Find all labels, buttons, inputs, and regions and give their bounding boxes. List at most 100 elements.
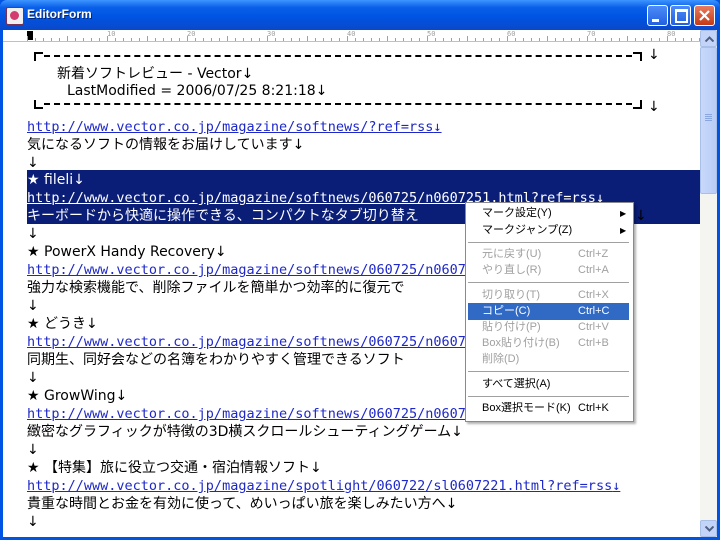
menu-item-box-paste[interactable]: Box貼り付け(B) Ctrl+B [468,335,629,352]
line-break-mark: ↓ [648,99,660,115]
menu-item-copy[interactable]: コピー(C) Ctrl+C [468,303,629,320]
menu-item-mark-set[interactable]: マーク設定(Y) ▶ [468,205,629,222]
ruler-tick [675,38,676,41]
maximize-button[interactable] [670,5,691,26]
ruler-label: 10 [107,30,116,38]
menu-item-redo[interactable]: やり直し(R) Ctrl+A [468,262,629,279]
ruler-tick [107,36,108,41]
ruler-tick [683,38,684,41]
ruler-tick [547,36,548,41]
ruler-tick [531,38,532,41]
ruler-tick [635,38,636,41]
ruler-tick [379,38,380,41]
text-line: ↓ [27,226,39,242]
ruler-tick [467,36,468,41]
ruler-tick [371,38,372,41]
ruler-tick [339,38,340,41]
ruler-tick [603,38,604,41]
ruler-tick [587,36,588,41]
app-icon [6,7,24,25]
title-bar[interactable]: EditorForm [0,0,720,30]
ruler-tick [427,36,428,41]
ruler-tick [131,38,132,41]
scroll-up-button[interactable] [700,30,717,47]
text-line: http://www.vector.co.jp/magazine/softnew… [27,262,466,278]
text-line: ★ 【特集】旅に役立つ交通・宿泊情報ソフト↓ [27,460,322,476]
ruler-tick [667,36,668,41]
ruler-tick [387,36,388,41]
ruler-tick [115,38,116,41]
ruler-tick [403,38,404,41]
ruler-tick [299,38,300,41]
scroll-down-button[interactable] [700,520,717,537]
menu-item-delete[interactable]: 削除(D) [468,351,629,368]
close-icon [699,10,710,21]
text-line: 強力な検索機能で、削除ファイルを簡単かつ効率的に復元で [27,280,405,296]
ruler-tick [491,38,492,41]
column-ruler: 0 10 20 30 40 50 60 70 80 [3,30,700,42]
submenu-arrow-icon: ▶ [620,226,627,235]
ruler-tick [291,38,292,41]
window-title: EditorForm [27,7,92,21]
vertical-scrollbar[interactable] [700,30,717,537]
ruler-tick [611,38,612,41]
ruler-tick [27,36,28,41]
ruler-tick [51,38,52,41]
menu-item-mark-jump[interactable]: マークジャンプ(Z) ▶ [468,222,629,239]
menu-separator [468,396,629,397]
ruler-tick [347,36,348,41]
ruler-tick [171,38,172,41]
ruler-tick [67,36,68,41]
ruler-tick [563,38,564,41]
text-line: ★ PowerX Handy Recovery↓ [27,244,227,260]
ruler-tick [187,36,188,41]
ruler-tick [443,38,444,41]
menu-item-cut[interactable]: 切り取り(T) Ctrl+X [468,287,629,304]
ruler-label: 20 [187,30,196,38]
ruler-tick [59,38,60,41]
text-line: 気になるソフトの情報をお届けしています↓ [27,137,305,153]
ruler-tick [651,38,652,41]
text-line: ↓ [27,155,39,171]
ruler-tick [515,38,516,41]
ruler-tick [627,36,628,41]
ruler-tick [659,38,660,41]
text-line: 貴重な時間とお金を有効に使って、めいっぱい旅を楽しみたい方へ↓ [27,496,458,512]
menu-separator [468,371,629,372]
ruler-tick [243,38,244,41]
ruler-label: 70 [587,30,596,38]
ruler-tick [555,38,556,41]
close-button[interactable] [694,5,715,26]
ruler-tick [395,38,396,41]
ruler-tick [451,38,452,41]
menu-item-box-select-mode[interactable]: Box選択モード(K) Ctrl+K [468,400,629,417]
ruler-tick [267,36,268,41]
minimize-button[interactable] [647,5,668,26]
menu-separator [468,242,629,243]
ruler-tick [179,38,180,41]
text-line: http://www.vector.co.jp/magazine/softnew… [27,119,442,135]
ruler-tick [251,38,252,41]
menu-item-undo[interactable]: 元に戻す(U) Ctrl+Z [468,246,629,263]
scroll-thumb[interactable] [700,47,717,194]
ruler-label: 50 [427,30,436,38]
text-line: ↓ [27,370,39,386]
text-line: ↓ [27,514,39,530]
last-modified: LastModified = 2006/07/25 8:21:18↓ [67,83,328,99]
ruler-tick [475,38,476,41]
ruler-tick [99,38,100,41]
menu-item-select-all[interactable]: すべて選択(A) [468,376,629,393]
menu-item-paste[interactable]: 貼り付け(P) Ctrl+V [468,319,629,336]
arrow-up-icon [705,36,714,42]
ruler-tick [75,38,76,41]
ruler-tick [139,38,140,41]
ruler-tick [147,36,148,41]
text-line: http://www.vector.co.jp/magazine/softnew… [27,406,466,422]
ruler-tick [435,38,436,41]
ruler-label: 80 [667,30,676,38]
ruler-tick [163,38,164,41]
text-line: ↓ [27,442,39,458]
ruler-label: 40 [347,30,356,38]
header-box-top [34,52,642,61]
ruler-tick [227,36,228,41]
